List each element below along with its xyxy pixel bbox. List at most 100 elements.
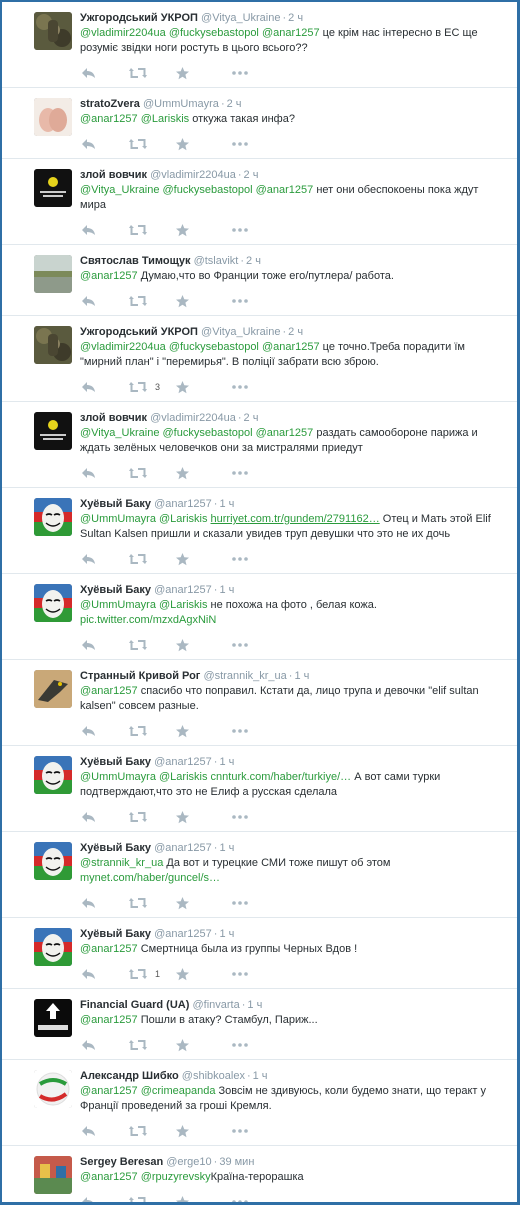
author-handle[interactable]: @vladimir2204ua [150,412,236,424]
retweet-icon[interactable] [129,722,155,740]
timestamp[interactable]: 2 ч [244,169,259,181]
url-link[interactable]: pic.twitter.com/mzxdAgxNiN [80,614,216,626]
tweet[interactable]: злой вовчик @vladimir2204ua · 2 ч @Vitya_Uk… [2,159,517,245]
avatar[interactable] [34,928,72,966]
retweet-icon[interactable] [129,135,155,153]
mention-link[interactable]: @UmmUmayra [80,771,156,783]
avatar[interactable] [34,169,72,207]
favorite-icon[interactable] [176,378,189,396]
url-link[interactable]: hurriyet.com.tr/gundem/2791162… [211,513,380,525]
retweet-icon[interactable] [129,1036,155,1054]
mention-link[interactable]: @anar1257 [262,27,320,39]
reply-icon[interactable] [82,135,96,153]
timestamp[interactable]: 2 ч [288,12,303,24]
mention-link[interactable]: @fuckysebastopol [169,341,259,353]
avatar[interactable] [34,412,72,450]
mention-link[interactable]: @anar1257 [80,1014,138,1026]
timestamp[interactable]: 1 ч [253,1070,268,1082]
author-handle[interactable]: @erge10 [166,1156,211,1168]
mention-link[interactable]: @anar1257 [80,943,138,955]
author-name[interactable]: Святослав Тимощук [80,255,191,267]
mention-link[interactable]: @Vitya_Ukraine [80,184,159,196]
favorite-icon[interactable] [176,464,189,482]
mention-link[interactable]: @anar1257 [80,685,138,697]
more-icon[interactable] [232,221,248,239]
reply-icon[interactable] [82,808,96,826]
mention-link[interactable]: @UmmUmayra [80,599,156,611]
avatar[interactable] [34,756,72,794]
avatar[interactable] [34,1070,72,1108]
favorite-icon[interactable] [176,1036,189,1054]
author-name[interactable]: Ужгородський УКРОП [80,12,198,24]
timestamp[interactable]: 1 ч [219,928,234,940]
more-icon[interactable] [232,636,248,654]
more-icon[interactable] [232,1036,248,1054]
timestamp[interactable]: 1 ч [219,584,234,596]
author-handle[interactable]: @anar1257 [154,584,212,596]
favorite-icon[interactable] [176,894,189,912]
retweet-icon[interactable]: 3 [129,378,160,396]
tweet[interactable]: Хуёвый Баку @anar1257 · 1 ч @strannik_kr_ua… [2,832,517,918]
author-name[interactable]: злой вовчик [80,169,147,181]
more-icon[interactable] [232,550,248,568]
more-icon[interactable] [232,965,248,983]
more-icon[interactable] [232,464,248,482]
more-icon[interactable] [232,1122,248,1140]
favorite-icon[interactable] [176,135,189,153]
author-handle[interactable]: @vladimir2204ua [150,169,236,181]
avatar[interactable] [34,584,72,622]
mention-link[interactable]: @Lariskis [141,113,189,125]
timestamp[interactable]: 2 ч [227,98,242,110]
retweet-icon[interactable] [129,292,155,310]
mention-link[interactable]: @vladimir2204ua [80,341,166,353]
avatar[interactable] [34,12,72,50]
avatar[interactable] [34,98,72,136]
author-handle[interactable]: @anar1257 [154,842,212,854]
retweet-icon[interactable] [129,464,155,482]
author-name[interactable]: stratoZvera [80,98,140,110]
tweet[interactable]: Хуёвый Баку @anar1257 · 1 ч @anar1257 Смерт… [2,918,517,989]
retweet-icon[interactable] [129,808,155,826]
more-icon[interactable] [232,378,248,396]
author-name[interactable]: злой вовчик [80,412,147,424]
author-handle[interactable]: @strannik_kr_ua [203,670,286,682]
tweet[interactable]: Financial Guard (UA) @finvarta · 1 ч @anar1… [2,989,517,1060]
favorite-icon[interactable] [176,1122,189,1140]
author-name[interactable]: Александр Шибко [80,1070,179,1082]
mention-link[interactable]: @UmmUmayra [80,513,156,525]
author-name[interactable]: Хуёвый Баку [80,498,151,510]
timestamp[interactable]: 2 ч [246,255,261,267]
timestamp[interactable]: 1 ч [294,670,309,682]
reply-icon[interactable] [82,464,96,482]
tweet[interactable]: Ужгородський УКРОП @Vitya_Ukraine · 2 ч @vl… [2,2,517,88]
author-handle[interactable]: @tslavikt [194,255,239,267]
author-name[interactable]: Хуёвый Баку [80,756,151,768]
reply-icon[interactable] [82,1036,96,1054]
timestamp[interactable]: 39 мин [219,1156,254,1168]
author-handle[interactable]: @anar1257 [154,756,212,768]
favorite-icon[interactable] [176,808,189,826]
retweet-icon[interactable] [129,1122,155,1140]
mention-link[interactable]: @fuckysebastopol [163,427,253,439]
more-icon[interactable] [232,135,248,153]
mention-link[interactable]: @fuckysebastopol [169,27,259,39]
timestamp[interactable]: 1 ч [247,999,262,1011]
avatar[interactable] [34,670,72,708]
retweet-icon[interactable] [129,221,155,239]
author-name[interactable]: Странный Кривой Рог [80,670,200,682]
tweet[interactable]: Странный Кривой Рог @strannik_kr_ua · 1 ч @… [2,660,517,746]
url-link[interactable]: cnnturk.com/haber/turkiye/… [211,771,352,783]
avatar[interactable] [34,326,72,364]
reply-icon[interactable] [82,1193,96,1202]
reply-icon[interactable] [82,378,96,396]
tweet[interactable]: Хуёвый Баку @anar1257 · 1 ч @UmmUmayra @Lar… [2,488,517,574]
avatar[interactable] [34,498,72,536]
timestamp[interactable]: 2 ч [288,326,303,338]
author-name[interactable]: Sergey Beresan [80,1156,163,1168]
author-handle[interactable]: @shibkoalex [182,1070,245,1082]
reply-icon[interactable] [82,550,96,568]
retweet-icon[interactable] [129,894,155,912]
reply-icon[interactable] [82,965,96,983]
mention-link[interactable]: @anar1257 [80,1171,138,1183]
favorite-icon[interactable] [176,1193,189,1202]
